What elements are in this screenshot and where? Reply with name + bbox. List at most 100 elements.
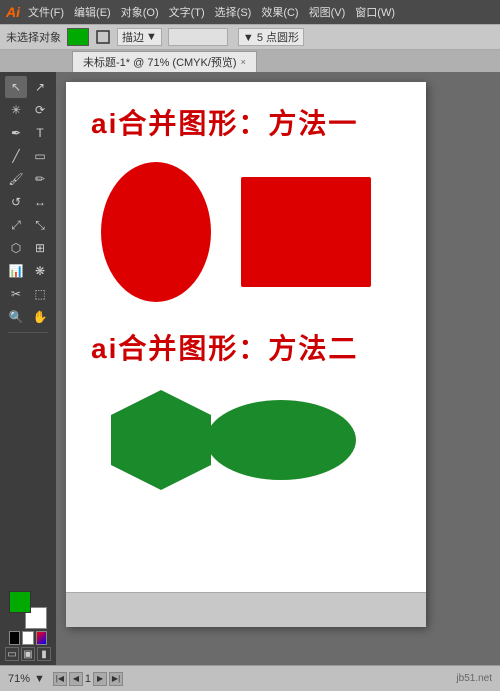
shapes-row-2 [91,385,401,495]
method1-title: ai合并图形：方法一 [91,102,401,142]
canvas-scroll[interactable]: ai合并图形：方法一 ai合并图形：方法二 [56,72,500,665]
green-ellipse [206,400,356,480]
menu-file[interactable]: 文件(F) [28,4,64,20]
slice-tool[interactable]: ✂ [5,283,27,305]
direct-select-tool[interactable]: ↗ [29,76,51,98]
default-colors-icon[interactable] [9,631,20,645]
menu-object[interactable]: 对象(O) [121,4,159,20]
reflect-tool[interactable]: ↔ [29,191,51,213]
menu-window[interactable]: 窗口(W) [355,4,395,20]
status-bar: 71% ▼ |◀ ◀ 1 ▶ ▶| jb51.net [0,665,500,691]
document-tab[interactable]: 未标题-1* @ 71% (CMYK/预览) × [72,51,257,72]
select-tools: ↖ ↗ [5,76,51,98]
zoom-tool[interactable]: 🔍 [5,306,27,328]
chart-tools: 📊 ❋ [5,260,51,282]
zoom-value: 71% [8,673,30,685]
lasso-tool[interactable]: ⟳ [29,99,51,121]
blend-icon: ⬡ [11,241,21,255]
green-combined-shape [101,385,356,495]
options-extra[interactable] [168,28,228,46]
pen-tool[interactable]: ✒ [5,122,27,144]
fill-box[interactable] [9,591,31,613]
menu-text[interactable]: 文字(T) [169,4,205,20]
slice-tools: ✂ ⬚ [5,283,51,305]
canvas-area: ai合并图形：方法一 ai合并图形：方法二 [56,72,500,665]
zoom-display: 71% ▼ [8,673,45,685]
next-page-button[interactable]: ▶| [109,672,123,686]
pen-icon: ✒ [11,126,21,140]
chart-tool[interactable]: 📊 [5,260,27,282]
zoom-icon: 🔍 [9,310,24,324]
view-mode-icons: ▭ ▣ ▮ [5,647,51,661]
fill-stroke-box[interactable] [9,591,47,629]
wand-icon: ✳ [11,103,21,117]
hand-tool[interactable]: ✋ [29,306,51,328]
rect-icon: ▭ [34,149,45,163]
color-icon[interactable] [36,631,47,645]
full-mode-icon[interactable]: ▣ [21,647,35,661]
scale-icon: ⤢ [11,218,21,233]
red-rectangle [241,177,371,287]
pencil-tool[interactable]: ✏ [29,168,51,190]
chart-icon: 📊 [9,264,24,278]
zoom-dropdown-icon[interactable]: ▼ [34,673,45,685]
eraser-tool[interactable]: ⬚ [29,283,51,305]
next-button[interactable]: ▶ [93,672,107,686]
sym-tool[interactable]: ❋ [29,260,51,282]
menu-bar[interactable]: 文件(F) 编辑(E) 对象(O) 文字(T) 选择(S) 效果(C) 视图(V… [28,4,395,20]
style-dropdown[interactable]: 描边 ▼ [117,28,162,46]
color-boxes: ▭ ▣ ▮ [5,591,51,661]
page-number: 1 [85,673,91,685]
shapes-row-1 [91,162,401,302]
stroke-icon[interactable] [95,29,111,45]
magic-lasso-tools: ✳ ⟳ [5,99,51,121]
menu-effect[interactable]: 效果(C) [261,4,298,20]
preview-mode-icon[interactable]: ▮ [37,647,51,661]
hexagon-shape [101,385,221,495]
menu-select[interactable]: 选择(S) [215,4,252,20]
selection-label: 未选择对象 [6,29,61,45]
prev-button[interactable]: ◀ [69,672,83,686]
blend-tools: ⬡ ⊞ [5,237,51,259]
pen-tools: ✒ T [5,122,51,144]
main-layout: ↖ ↗ ✳ ⟳ ✒ T ╱ ▭ [0,72,500,665]
zoom-tools: 🔍 ✋ [5,306,51,328]
doc-content: ai合并图形：方法一 ai合并图形：方法二 [66,82,426,627]
menu-edit[interactable]: 编辑(E) [74,4,111,20]
fill-color-swatch[interactable] [67,28,89,46]
blend-tool[interactable]: ⬡ [5,237,27,259]
line-tool[interactable]: ╱ [5,145,27,167]
pencil-icon: ✏ [35,172,45,186]
eraser-icon: ⬚ [34,287,45,301]
magic-wand-tool[interactable]: ✳ [5,99,27,121]
size-dropdown[interactable]: ▼ 5 点圆形 [238,28,304,46]
mesh-tool[interactable]: ⊞ [29,237,51,259]
app-logo: Ai [6,4,20,20]
type-tool[interactable]: T [29,122,51,144]
rotate-tools: ↺ ↔ [5,191,51,213]
rotate-tool[interactable]: ↺ [5,191,27,213]
toolbar-separator [8,332,48,333]
select-tool[interactable]: ↖ [5,76,27,98]
warp-icon: ⤡ [35,218,45,233]
document-canvas: ai合并图形：方法一 ai合并图形：方法二 [66,82,426,627]
shape-tool[interactable]: ▭ [29,145,51,167]
swap-colors-icon[interactable] [22,631,33,645]
tab-close-button[interactable]: × [241,57,246,67]
menu-view[interactable]: 视图(V) [309,4,346,20]
paintbrush-tool[interactable]: 🖌 [5,168,27,190]
method2-title: ai合并图形：方法二 [91,327,401,367]
hand-icon: ✋ [33,310,48,324]
type-icon: T [36,126,43,140]
prev-page-button[interactable]: |◀ [53,672,67,686]
scale-tool[interactable]: ⤢ [5,214,27,236]
brush-icon: 🖌 [8,172,23,186]
toolbar: ↖ ↗ ✳ ⟳ ✒ T ╱ ▭ [0,72,56,665]
line-icon: ╱ [12,149,19,163]
watermark-label: jb51.net [456,673,492,684]
slice-icon: ✂ [11,287,21,301]
arrow-icon: ↖ [11,80,21,94]
direct-arrow-icon: ↗ [35,80,45,94]
normal-mode-icon[interactable]: ▭ [5,647,19,661]
warp-tool[interactable]: ⤡ [29,214,51,236]
